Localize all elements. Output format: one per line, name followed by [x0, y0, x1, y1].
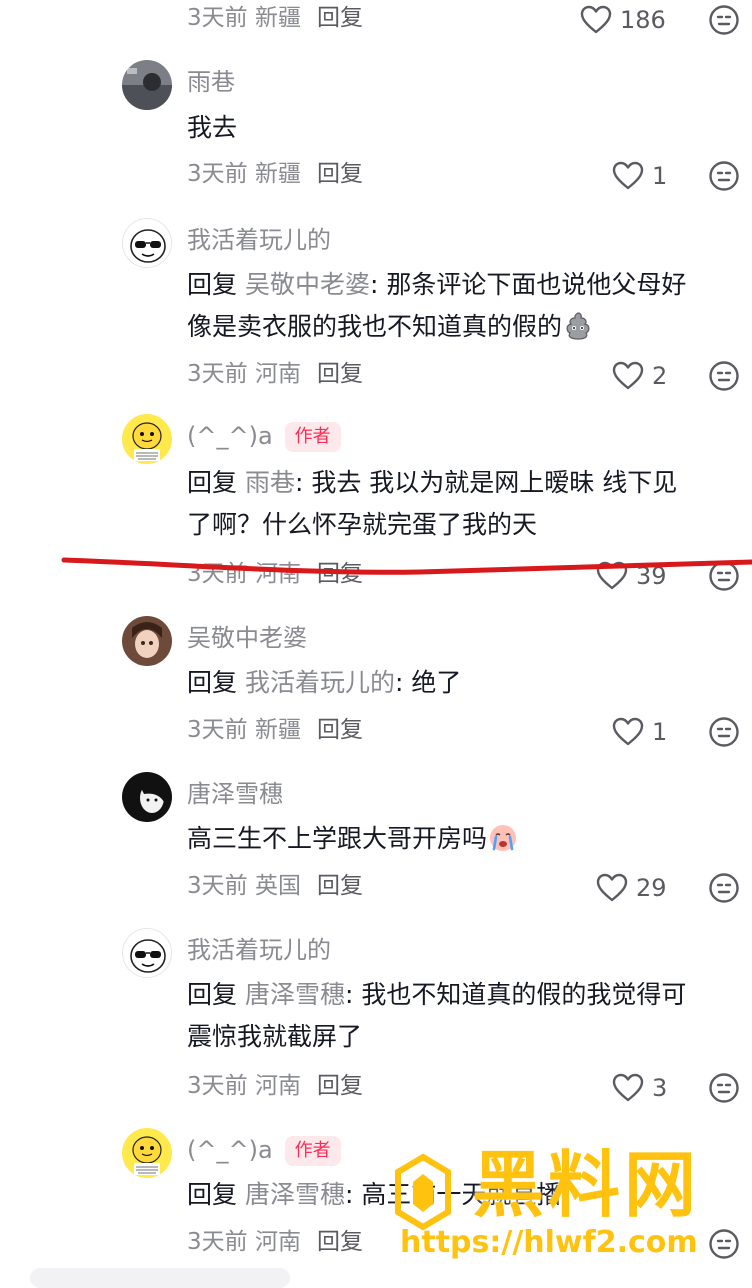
heart-icon — [612, 161, 644, 190]
watermark-logo-icon — [395, 1153, 451, 1231]
reply-target-link[interactable]: 雨巷 — [245, 468, 295, 497]
reply-button[interactable]: 回复 — [317, 717, 363, 743]
watermark: 黑料网 https://hlwf2.com — [380, 1140, 752, 1280]
username[interactable]: 我活着玩儿的 — [187, 224, 331, 256]
avatar[interactable] — [122, 616, 172, 666]
comment-input-bar[interactable] — [30, 1268, 290, 1288]
like-count: 1 — [652, 718, 668, 746]
author-badge: 作者 — [284, 422, 341, 452]
dislike-icon[interactable] — [708, 872, 740, 904]
avatar[interactable] — [122, 1128, 172, 1178]
dislike-icon[interactable] — [708, 4, 740, 36]
username[interactable]: 吴敬中老婆 — [187, 622, 307, 654]
like-button[interactable]: 1 — [612, 158, 667, 194]
comment-text: 高三生不上学跟大哥开房吗 — [187, 818, 737, 860]
dislike-icon[interactable] — [708, 560, 740, 592]
comment-meta: 3天前 河南 回复 — [187, 361, 363, 387]
comment-text: 回复 唐泽雪穗: 我也不知道真的假的我觉得可 震惊我就截屏了 — [187, 980, 687, 1051]
avatar[interactable] — [122, 772, 172, 822]
username[interactable]: (^_^)a 作者 — [187, 420, 341, 452]
reply-target-link[interactable]: 我活着玩儿的 — [245, 668, 395, 697]
heart-icon — [580, 5, 612, 34]
comment-meta: 3天前 河南 回复 — [187, 1229, 363, 1255]
username[interactable]: 我活着玩儿的 — [187, 934, 331, 966]
avatar[interactable] — [122, 414, 172, 464]
crying-emoji-icon — [490, 825, 517, 851]
avatar[interactable] — [122, 928, 172, 978]
username[interactable]: (^_^)a 作者 — [187, 1134, 341, 1166]
like-count: 186 — [620, 6, 666, 34]
like-button[interactable]: 39 — [596, 558, 667, 594]
reply-button[interactable]: 回复 — [317, 1073, 363, 1099]
reply-button[interactable]: 回复 — [317, 161, 363, 187]
like-count: 39 — [636, 562, 667, 590]
reply-button[interactable]: 回复 — [317, 561, 363, 587]
like-button[interactable]: 3 — [612, 1070, 667, 1106]
comment-meta: 3天前 新疆 回复 — [187, 5, 363, 31]
reply-target-link[interactable]: 唐泽雪穗 — [245, 980, 345, 1009]
dislike-icon[interactable] — [708, 160, 740, 192]
watermark-title: 黑料网 — [472, 1143, 701, 1227]
like-button[interactable]: 1 — [612, 714, 667, 750]
reply-button[interactable]: 回复 — [317, 1229, 363, 1255]
reply-target-link[interactable]: 唐泽雪穗 — [245, 1180, 345, 1209]
author-badge: 作者 — [284, 1136, 341, 1166]
comment-text: 我去 — [187, 113, 238, 142]
dislike-icon[interactable] — [708, 360, 740, 392]
like-count: 1 — [652, 162, 668, 190]
comment-text: 回复 吴敬中老婆: 那条评论下面也说他父母好 像是卖衣服的我也不知道真的假的 — [187, 270, 687, 341]
comment-text: 回复 雨巷: 我去 我以为就是网上暧昧 线下见 了啊？什么怀孕就完蛋了我的天 — [187, 468, 678, 539]
avatar[interactable] — [122, 60, 172, 110]
watermark-url: https://hlwf2.com — [400, 1225, 698, 1260]
like-count: 3 — [652, 1074, 668, 1102]
comment-meta: 3天前 河南 回复 — [187, 1073, 363, 1099]
reply-button[interactable]: 回复 — [317, 361, 363, 387]
username[interactable]: 唐泽雪穗 — [187, 778, 283, 810]
like-button[interactable]: 2 — [612, 358, 667, 394]
reply-button[interactable]: 回复 — [317, 5, 363, 31]
like-button[interactable]: 29 — [596, 870, 667, 906]
comment-text: 回复 我活着玩儿的: 绝了 — [187, 668, 462, 697]
dislike-icon[interactable] — [708, 1072, 740, 1104]
poop-emoji-icon — [566, 312, 590, 340]
heart-icon — [612, 361, 644, 390]
comment-meta: 3天前 新疆 回复 — [187, 717, 363, 743]
reply-button[interactable]: 回复 — [317, 873, 363, 899]
comment-meta: 3天前 新疆 回复 — [187, 161, 363, 187]
heart-icon — [596, 561, 628, 590]
like-count: 29 — [636, 874, 667, 902]
heart-icon — [612, 1073, 644, 1102]
reply-target-link[interactable]: 吴敬中老婆 — [245, 270, 370, 299]
like-button[interactable]: 186 — [580, 2, 666, 38]
heart-icon — [612, 717, 644, 746]
comment-meta: 3天前 河南 回复 — [187, 561, 363, 587]
comment-meta: 3天前 英国 回复 — [187, 873, 363, 899]
heart-icon — [596, 873, 628, 902]
username[interactable]: 雨巷 — [187, 66, 235, 98]
avatar[interactable] — [122, 218, 172, 268]
like-count: 2 — [652, 362, 668, 390]
dislike-icon[interactable] — [708, 716, 740, 748]
